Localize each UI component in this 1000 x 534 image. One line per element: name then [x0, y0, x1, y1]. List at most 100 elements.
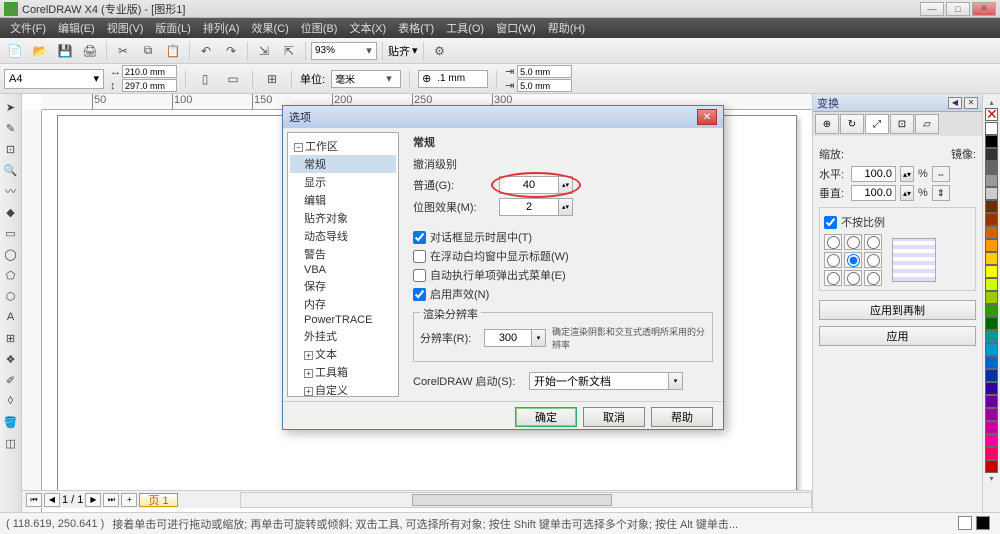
startup-combo[interactable] — [529, 372, 669, 390]
docker-collapse-icon[interactable]: ◀ — [948, 97, 962, 109]
unit-combo[interactable]: ▾ — [331, 70, 401, 88]
menu-window[interactable]: 窗口(W) — [490, 20, 542, 36]
page-tab[interactable]: 页 1 — [139, 493, 177, 507]
color-swatch[interactable] — [985, 434, 998, 447]
color-swatch[interactable] — [985, 343, 998, 356]
tree-vba[interactable]: VBA — [290, 263, 396, 277]
color-swatch[interactable] — [985, 161, 998, 174]
redo-icon[interactable]: ↷ — [220, 41, 242, 61]
zoom-tool-icon[interactable]: 🔍 — [2, 161, 20, 179]
color-swatch[interactable] — [985, 187, 998, 200]
prev-page-icon[interactable]: ◀ — [44, 493, 60, 507]
undo-icon[interactable]: ↶ — [195, 41, 217, 61]
menu-table[interactable]: 表格(T) — [392, 20, 440, 36]
color-swatch[interactable] — [985, 122, 998, 135]
fill-indicator-icon[interactable] — [958, 516, 972, 530]
save-icon[interactable]: 💾 — [54, 41, 76, 61]
paper-size-combo[interactable]: A4 ▾ — [4, 69, 104, 89]
tab-position-icon[interactable]: ⊕ — [815, 114, 839, 134]
color-swatch[interactable] — [985, 330, 998, 343]
zoom-input[interactable] — [312, 45, 362, 56]
add-page-icon[interactable]: + — [121, 493, 137, 507]
tree-general[interactable]: 常规 — [290, 155, 396, 173]
color-swatch[interactable] — [985, 148, 998, 161]
ok-button[interactable]: 确定 — [515, 407, 577, 427]
menu-edit[interactable]: 编辑(E) — [52, 20, 101, 36]
color-swatch[interactable] — [985, 317, 998, 330]
portrait-icon[interactable]: ▯ — [194, 69, 216, 89]
rectangle-tool-icon[interactable]: ▭ — [2, 224, 20, 242]
scale-h-input[interactable] — [851, 166, 896, 182]
color-swatch[interactable] — [985, 356, 998, 369]
anchor-grid[interactable] — [824, 234, 882, 286]
outline-tool-icon[interactable]: ◊ — [2, 392, 20, 410]
new-icon[interactable]: 📄 — [4, 41, 26, 61]
shape-tool-icon[interactable]: ✎ — [2, 119, 20, 137]
apply-button[interactable]: 应用 — [819, 326, 976, 346]
first-page-icon[interactable]: ⏮ — [26, 493, 42, 507]
cancel-button[interactable]: 取消 — [583, 407, 645, 427]
resolution-input[interactable] — [484, 329, 532, 347]
last-page-icon[interactable]: ⏭ — [103, 493, 119, 507]
mirror-h-button[interactable]: ⇔ — [932, 166, 950, 182]
open-icon[interactable]: 📂 — [29, 41, 51, 61]
spinner-icon[interactable]: ▴▾ — [559, 198, 573, 216]
mirror-v-button[interactable]: ⇕ — [932, 185, 950, 201]
freehand-tool-icon[interactable]: 〰 — [2, 182, 20, 200]
color-swatch[interactable] — [985, 200, 998, 213]
color-swatch[interactable] — [985, 174, 998, 187]
pick-tool-icon[interactable]: ➤ — [2, 98, 20, 116]
maximize-button[interactable]: □ — [946, 2, 970, 16]
tab-skew-icon[interactable]: ▱ — [915, 114, 939, 134]
tree-snap[interactable]: 贴齐对象 — [290, 209, 396, 227]
page-width-input[interactable] — [122, 65, 177, 78]
cut-icon[interactable]: ✂ — [112, 41, 134, 61]
color-swatch[interactable] — [985, 226, 998, 239]
tree-powertrace[interactable]: PowerTRACE — [290, 313, 396, 327]
snap-dropdown[interactable]: 贴齐 ▾ — [388, 43, 418, 59]
spinner-icon[interactable]: ▴▾ — [559, 176, 573, 194]
print-icon[interactable]: 🖨 — [79, 41, 101, 61]
zoom-combo[interactable]: ▾ — [311, 42, 377, 60]
table-tool-icon[interactable]: ⊞ — [2, 329, 20, 347]
basic-shapes-icon[interactable]: ⬡ — [2, 287, 20, 305]
help-button[interactable]: 帮助 — [651, 407, 713, 427]
tab-scale-icon[interactable]: ⤢ — [865, 114, 889, 134]
dup-x-input[interactable] — [517, 65, 572, 78]
menu-tools[interactable]: 工具(O) — [440, 20, 490, 36]
color-swatch[interactable] — [985, 304, 998, 317]
color-swatch[interactable] — [985, 239, 998, 252]
color-swatch[interactable] — [985, 447, 998, 460]
tree-save[interactable]: 保存 — [290, 277, 396, 295]
dup-y-input[interactable] — [517, 79, 572, 92]
apply-duplicate-button[interactable]: 应用到再制 — [819, 300, 976, 320]
color-swatch[interactable] — [985, 265, 998, 278]
spinner-icon[interactable]: ▴▾ — [900, 185, 914, 201]
interactive-fill-icon[interactable]: ◫ — [2, 434, 20, 452]
chevron-down-icon[interactable]: ▾ — [532, 329, 546, 347]
tree-warnings[interactable]: 警告 — [290, 245, 396, 263]
text-tool-icon[interactable]: A — [2, 308, 20, 326]
nonproportional-checkbox[interactable] — [824, 216, 837, 229]
nudge-input[interactable]: ⊕ — [418, 70, 488, 88]
tree-memory[interactable]: 内存 — [290, 295, 396, 313]
sound-checkbox[interactable] — [413, 288, 426, 301]
normal-undo-input[interactable] — [499, 176, 559, 194]
spinner-icon[interactable]: ▴▾ — [900, 166, 914, 182]
import-icon[interactable]: ⇲ — [253, 41, 275, 61]
float-title-checkbox[interactable] — [413, 250, 426, 263]
next-page-icon[interactable]: ▶ — [85, 493, 101, 507]
color-swatch[interactable] — [985, 135, 998, 148]
no-color-swatch[interactable]: ✕ — [985, 108, 998, 121]
tree-dynguides[interactable]: 动态导线 — [290, 227, 396, 245]
menu-layout[interactable]: 版面(L) — [149, 20, 196, 36]
color-swatch[interactable] — [985, 252, 998, 265]
menu-file[interactable]: 文件(F) — [4, 20, 52, 36]
center-dialogs-checkbox[interactable] — [413, 231, 426, 244]
color-swatch[interactable] — [985, 395, 998, 408]
close-button[interactable]: ✕ — [972, 2, 996, 16]
color-swatch[interactable] — [985, 382, 998, 395]
palette-down-icon[interactable]: ▾ — [989, 474, 993, 483]
outline-indicator-icon[interactable] — [976, 516, 990, 530]
horizontal-scrollbar[interactable] — [240, 492, 812, 508]
